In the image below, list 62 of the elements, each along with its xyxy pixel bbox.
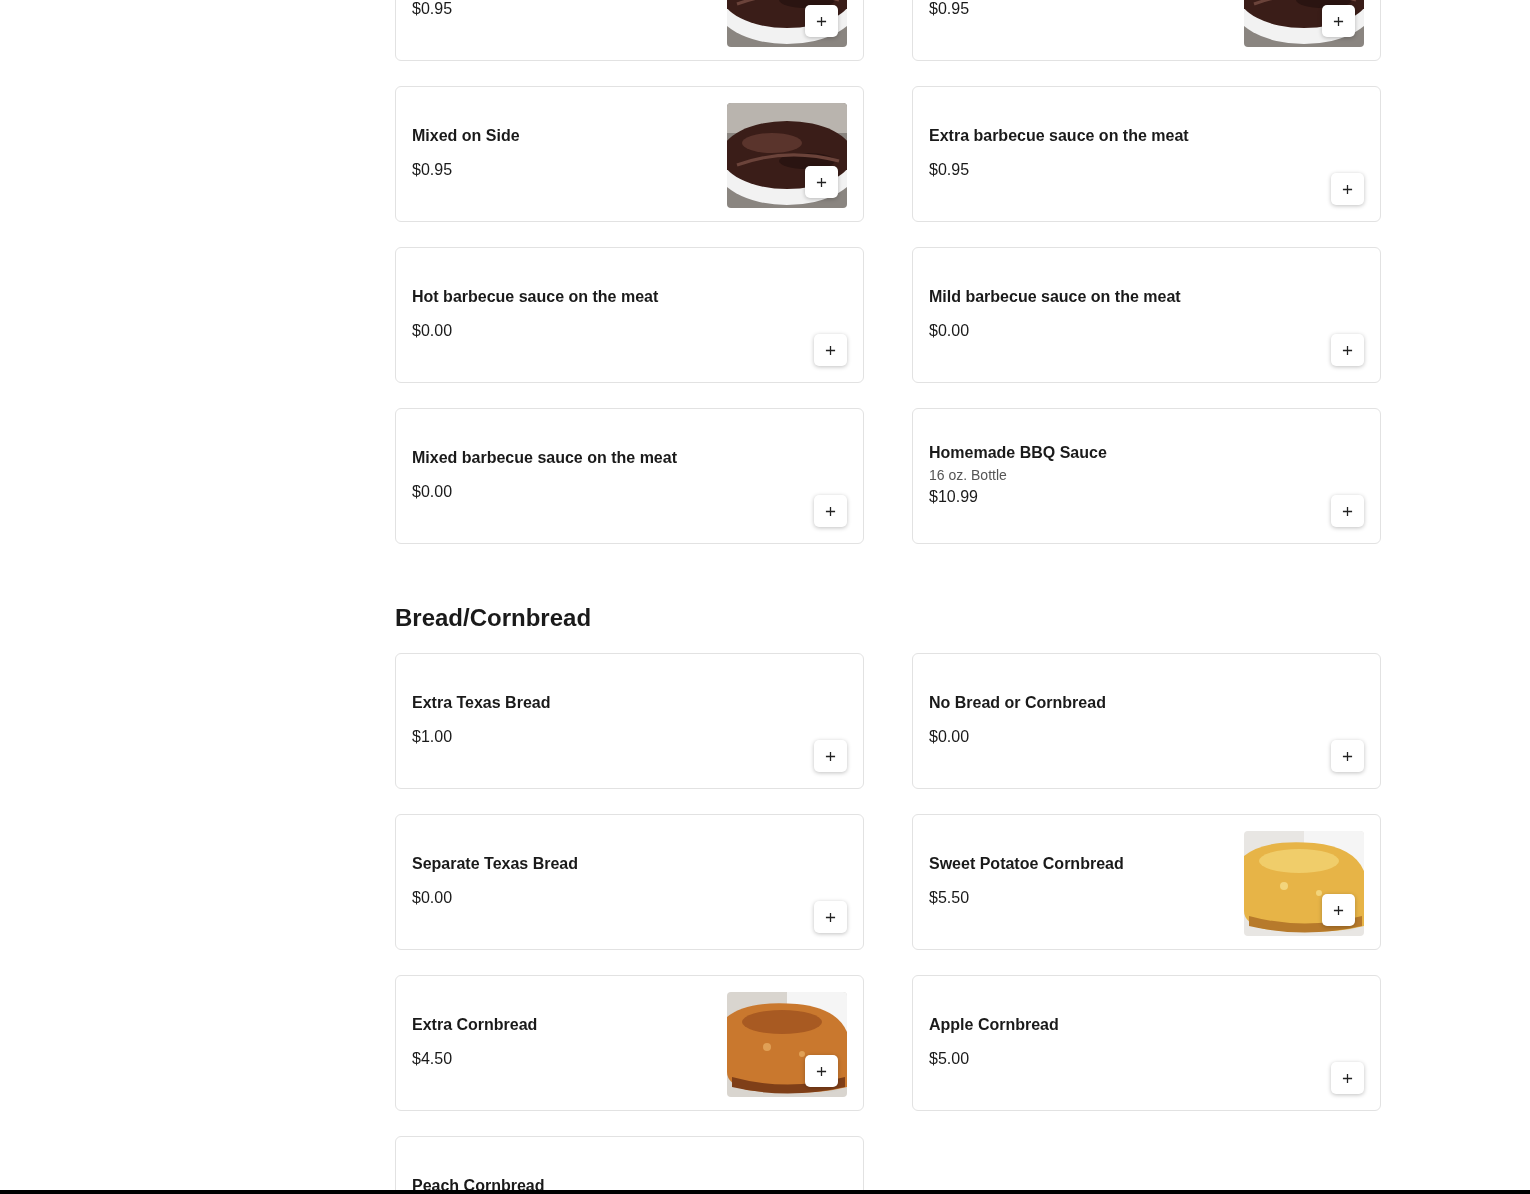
item-price: $0.95 <box>929 162 971 177</box>
item-name: No Bread or Cornbread <box>929 695 1107 710</box>
menu-item-card[interactable]: Mixed on Side $0.95 <box>395 86 864 222</box>
menu-item-card[interactable]: Apple Cornbread $5.00 <box>912 975 1381 1111</box>
section-heading: Bread/Cornbread <box>395 603 593 633</box>
add-button[interactable] <box>805 5 838 37</box>
menu-item-card[interactable]: Extra barbecue sauce on the meat $0.95 <box>912 86 1381 222</box>
item-price: $5.00 <box>929 1051 971 1066</box>
add-button[interactable] <box>805 166 838 198</box>
item-name: Peach Cornbread <box>412 1178 546 1190</box>
item-name: Homemade BBQ Sauce <box>929 445 1108 460</box>
plus-icon <box>1333 15 1344 27</box>
item-price: $10.99 <box>929 489 979 504</box>
item-price: $0.00 <box>412 323 454 338</box>
menu-item-card[interactable]: Peach Cornbread <box>395 1136 864 1190</box>
menu-item-card[interactable]: Mixed barbecue sauce on the meat $0.00 <box>395 408 864 544</box>
plus-icon <box>825 505 836 517</box>
add-button[interactable] <box>1322 5 1355 37</box>
item-price: $1.00 <box>412 729 454 744</box>
menu-item-card[interactable]: $0.95 <box>395 0 864 61</box>
item-name: Separate Texas Bread <box>412 856 579 871</box>
plus-icon <box>816 1065 827 1077</box>
item-name: Extra Cornbread <box>412 1017 539 1032</box>
plus-icon <box>825 344 836 356</box>
menu-item-card[interactable]: Homemade BBQ Sauce 16 oz. Bottle $10.99 <box>912 408 1381 544</box>
item-price: $0.00 <box>929 729 971 744</box>
menu-item-card[interactable]: No Bread or Cornbread $0.00 <box>912 653 1381 789</box>
add-button[interactable] <box>805 1055 838 1087</box>
plus-icon <box>816 176 827 188</box>
menu-item-card[interactable]: Extra Cornbread $4.50 <box>395 975 864 1111</box>
item-name: Mild barbecue sauce on the meat <box>929 289 1182 304</box>
plus-icon <box>1333 904 1344 916</box>
item-price: $0.95 <box>412 162 454 177</box>
item-name: Extra Texas Bread <box>412 695 552 710</box>
item-price: $4.50 <box>412 1051 454 1066</box>
item-name: Mixed barbecue sauce on the meat <box>412 450 678 465</box>
menu-item-card[interactable]: Mild barbecue sauce on the meat $0.00 <box>912 247 1381 383</box>
item-price: $0.00 <box>412 484 454 499</box>
plus-icon <box>1342 344 1353 356</box>
item-price: $0.00 <box>412 890 454 905</box>
item-name: Extra barbecue sauce on the meat <box>929 128 1190 143</box>
menu-item-card[interactable]: Separate Texas Bread $0.00 <box>395 814 864 950</box>
item-price: $0.95 <box>412 1 454 16</box>
item-name: Apple Cornbread <box>929 1017 1060 1032</box>
plus-icon <box>1342 505 1353 517</box>
item-name: Mixed on Side <box>412 128 521 143</box>
item-price: $5.50 <box>929 890 971 905</box>
plus-icon <box>825 750 836 762</box>
plus-icon <box>1342 183 1353 195</box>
item-description: 16 oz. Bottle <box>929 465 1008 484</box>
menu-item-card[interactable]: Extra Texas Bread $1.00 <box>395 653 864 789</box>
menu-item-card[interactable]: $0.95 <box>912 0 1381 61</box>
menu-item-card[interactable]: Hot barbecue sauce on the meat $0.00 <box>395 247 864 383</box>
item-price: $0.00 <box>929 323 971 338</box>
item-name: Hot barbecue sauce on the meat <box>412 289 660 304</box>
item-price: $0.95 <box>929 1 971 16</box>
plus-icon <box>816 15 827 27</box>
item-name: Sweet Potatoe Cornbread <box>929 856 1125 871</box>
menu-item-card[interactable]: Sweet Potatoe Cornbread $5.50 <box>912 814 1381 950</box>
plus-icon <box>1342 1072 1353 1084</box>
plus-icon <box>1342 750 1353 762</box>
plus-icon <box>825 911 836 923</box>
